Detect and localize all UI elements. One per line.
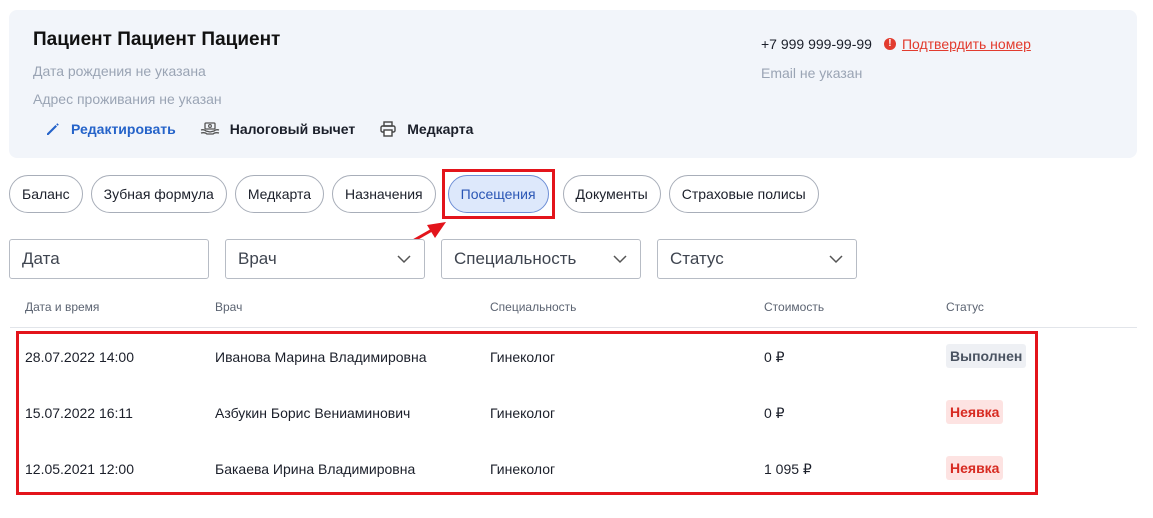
card-actions: Редактировать Налоговый вычет Медкарта [45, 121, 497, 137]
medcard-print-button[interactable]: Медкарта [379, 121, 473, 137]
tab-balance[interactable]: Баланс [9, 175, 83, 213]
tax-deduction-label: Налоговый вычет [229, 121, 356, 137]
money-hands-icon [200, 122, 219, 135]
filter-bar: Врач Специальность Статус [9, 239, 873, 279]
chevron-down-icon [613, 255, 627, 264]
tab-prescriptions[interactable]: Назначения [332, 175, 436, 213]
warning-icon: ! [883, 38, 896, 50]
pencil-icon [47, 123, 59, 135]
header-status: Статус [946, 300, 984, 314]
date-input[interactable] [22, 249, 196, 269]
tab-documents[interactable]: Документы [562, 175, 661, 213]
phone-number: +7 999 999-99-99 [761, 36, 872, 52]
status-select[interactable]: Статус [657, 239, 857, 279]
medcard-label: Медкарта [407, 121, 474, 137]
phone-row: +7 999 999-99-99 ! Подтвердить номер [761, 36, 1031, 52]
status-select-label: Статус [670, 249, 724, 268]
doctor-select-label: Врач [238, 249, 277, 268]
printer-icon [380, 121, 396, 137]
birth-date: Дата рождения не указана [33, 63, 206, 79]
tab-bar: Баланс Зубная формула Медкарта Назначени… [9, 169, 827, 219]
specialty-select[interactable]: Специальность [441, 239, 641, 279]
patient-card: Пациент Пациент Пациент Дата рождения не… [9, 10, 1137, 158]
email: Email не указан [761, 65, 863, 81]
header-doctor: Врач [215, 300, 243, 314]
edit-button[interactable]: Редактировать [45, 121, 176, 137]
address: Адрес проживания не указан [33, 91, 222, 107]
tab-dental-formula[interactable]: Зубная формула [90, 175, 227, 213]
date-filter[interactable] [9, 239, 209, 279]
specialty-select-label: Специальность [454, 249, 577, 268]
chevron-down-icon [397, 255, 411, 264]
annotation-highlight-tab: Посещения [441, 169, 555, 219]
table-header: Дата и время Врач Специальность Стоимост… [10, 300, 1137, 328]
edit-label: Редактировать [71, 121, 176, 137]
confirm-phone-link[interactable]: Подтвердить номер [902, 36, 1031, 52]
patient-name: Пациент Пациент Пациент [33, 29, 281, 50]
tab-insurance[interactable]: Страховые полисы [668, 175, 819, 213]
chevron-down-icon [829, 255, 843, 264]
header-cost: Стоимость [764, 300, 825, 314]
annotation-highlight-rows [16, 331, 1038, 495]
header-datetime: Дата и время [25, 300, 100, 314]
tab-visits[interactable]: Посещения [447, 175, 549, 213]
tab-medcard[interactable]: Медкарта [234, 175, 325, 213]
header-specialty: Специальность [490, 300, 577, 314]
doctor-select[interactable]: Врач [225, 239, 425, 279]
tax-deduction-button[interactable]: Налоговый вычет [200, 121, 356, 137]
